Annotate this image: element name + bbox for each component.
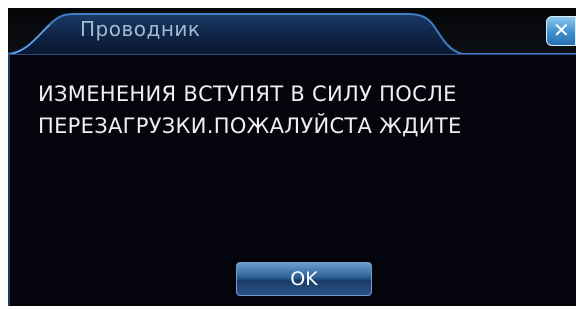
screen: Проводник ✕ ИЗМЕНЕНИЯ ВСТУПЯТ В СИЛУ ПОС…	[0, 0, 576, 309]
message-line-1: ИЗМЕНЕНИЯ ВСТУПЯТ В СИЛУ ПОСЛЕ	[38, 82, 457, 106]
message-line-2: ПЕРЕЗАГРУЗКИ.ПОЖАЛУЙСТА ЖДИТЕ	[38, 114, 462, 138]
window-title: Проводник	[80, 17, 201, 41]
dialog-body: ИЗМЕНЕНИЯ ВСТУПЯТ В СИЛУ ПОСЛЕ ПЕРЕЗАГРУ…	[8, 54, 576, 306]
ok-button[interactable]: OK	[236, 262, 372, 296]
close-button[interactable]: ✕	[546, 16, 576, 46]
close-icon: ✕	[553, 18, 570, 42]
message-text: ИЗМЕНЕНИЯ ВСТУПЯТ В СИЛУ ПОСЛЕ ПЕРЕЗАГРУ…	[38, 78, 558, 142]
